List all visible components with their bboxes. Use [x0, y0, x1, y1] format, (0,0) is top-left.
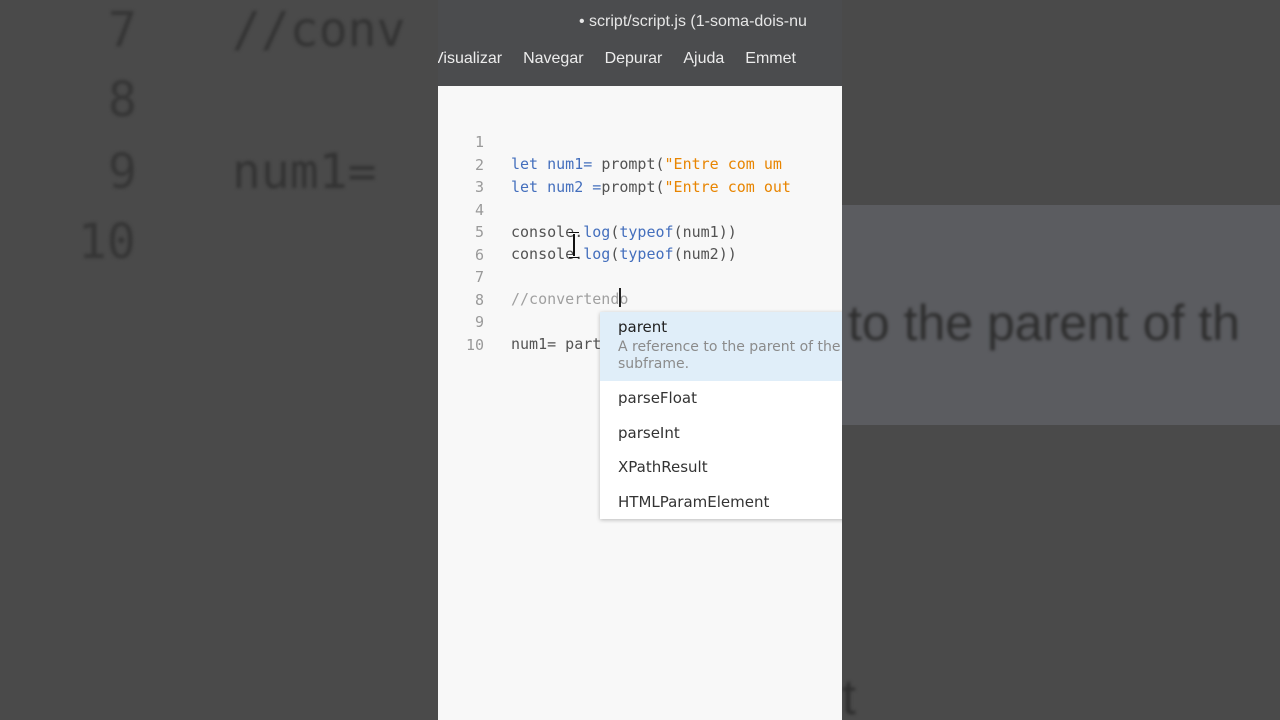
window-title: • script/script.js (1-soma-dois-nu: [438, 0, 842, 42]
function-name: prompt: [601, 177, 656, 196]
code-hints-popup[interactable]: parent A reference to the parent of the …: [600, 312, 842, 519]
bg-code: //conv: [232, 2, 406, 58]
keyword: let: [511, 177, 539, 196]
code-line: 5 console.log(typeof(num2)): [438, 199, 737, 263]
keyword: typeof: [619, 245, 674, 263]
menu-navegar[interactable]: Navegar: [512, 50, 593, 68]
code-editor[interactable]: 1 let num1= prompt("Entre com um 2 let n…: [438, 86, 842, 720]
argument: (num2)): [673, 245, 737, 263]
editor-window: • script/script.js (1-soma-dois-nu Visua…: [438, 0, 842, 720]
code-line: 10: [438, 312, 492, 354]
code-line: 4 console.log(typeof(num1)): [438, 177, 737, 241]
bg-hint-text: to the parent of th: [848, 295, 1240, 351]
variable: num2 =: [538, 177, 602, 196]
string-literal: "Entre com um: [664, 155, 782, 173]
method-name: log: [583, 245, 611, 263]
keyword: typeof: [619, 222, 674, 241]
background-left: 7 //conv 8 9 num1= 10: [0, 0, 438, 720]
variable: num1=: [538, 155, 602, 173]
hint-description: A reference to the parent of the subfram…: [618, 339, 841, 372]
hint-item-selected[interactable]: parent A reference to the parent of the …: [600, 312, 842, 381]
code-line: 1 let num1= prompt("Entre com um: [438, 109, 782, 173]
bg-line-number: 7: [108, 2, 137, 58]
line-number: 10: [465, 335, 484, 354]
code-line: 2 let num2 =prompt("Entre com out: [438, 132, 791, 196]
menu-depurar[interactable]: Depurar: [594, 50, 673, 68]
bg-fragment: t: [842, 669, 856, 720]
menu-ajuda[interactable]: Ajuda: [672, 50, 734, 68]
ibeam-cursor-icon: [569, 232, 579, 258]
code-line: 9 num1= part: [438, 289, 601, 353]
bg-line-number: 9: [108, 144, 137, 200]
function-name: prompt: [601, 155, 656, 173]
code-line: 3: [438, 154, 492, 196]
string-literal: "Entre com out: [664, 177, 791, 196]
text-cursor: [619, 288, 621, 307]
hint-item[interactable]: parseFloat: [600, 381, 842, 416]
bg-code: num1=: [232, 144, 406, 200]
hint-item[interactable]: XPathResult: [600, 450, 842, 485]
comment: //convertendo: [511, 290, 629, 308]
code-line: 8: [438, 267, 492, 309]
background-right: to the parent of th t: [842, 0, 1280, 720]
hint-item[interactable]: parseInt: [600, 416, 842, 451]
method-name: log: [583, 222, 611, 241]
code-line: 7 //convertendo: [438, 244, 628, 308]
menu-bar: Visualizar Navegar Depurar Ajuda Emmet: [438, 42, 842, 75]
bg-line-number: 8: [108, 72, 137, 128]
hint-name: parent: [618, 318, 668, 336]
toolbar-gap: [438, 75, 842, 86]
code-line: 6: [438, 222, 492, 264]
keyword: let: [511, 155, 539, 173]
paren: (: [655, 177, 665, 196]
hint-item[interactable]: HTMLParamElement: [600, 485, 842, 520]
menu-emmet[interactable]: Emmet: [734, 50, 806, 68]
menu-visualizar[interactable]: Visualizar: [438, 50, 512, 68]
paren: (: [655, 155, 665, 173]
bg-line-number: 10: [78, 214, 136, 270]
argument: (num1)): [673, 222, 737, 241]
code-text: num1= part: [511, 335, 602, 353]
